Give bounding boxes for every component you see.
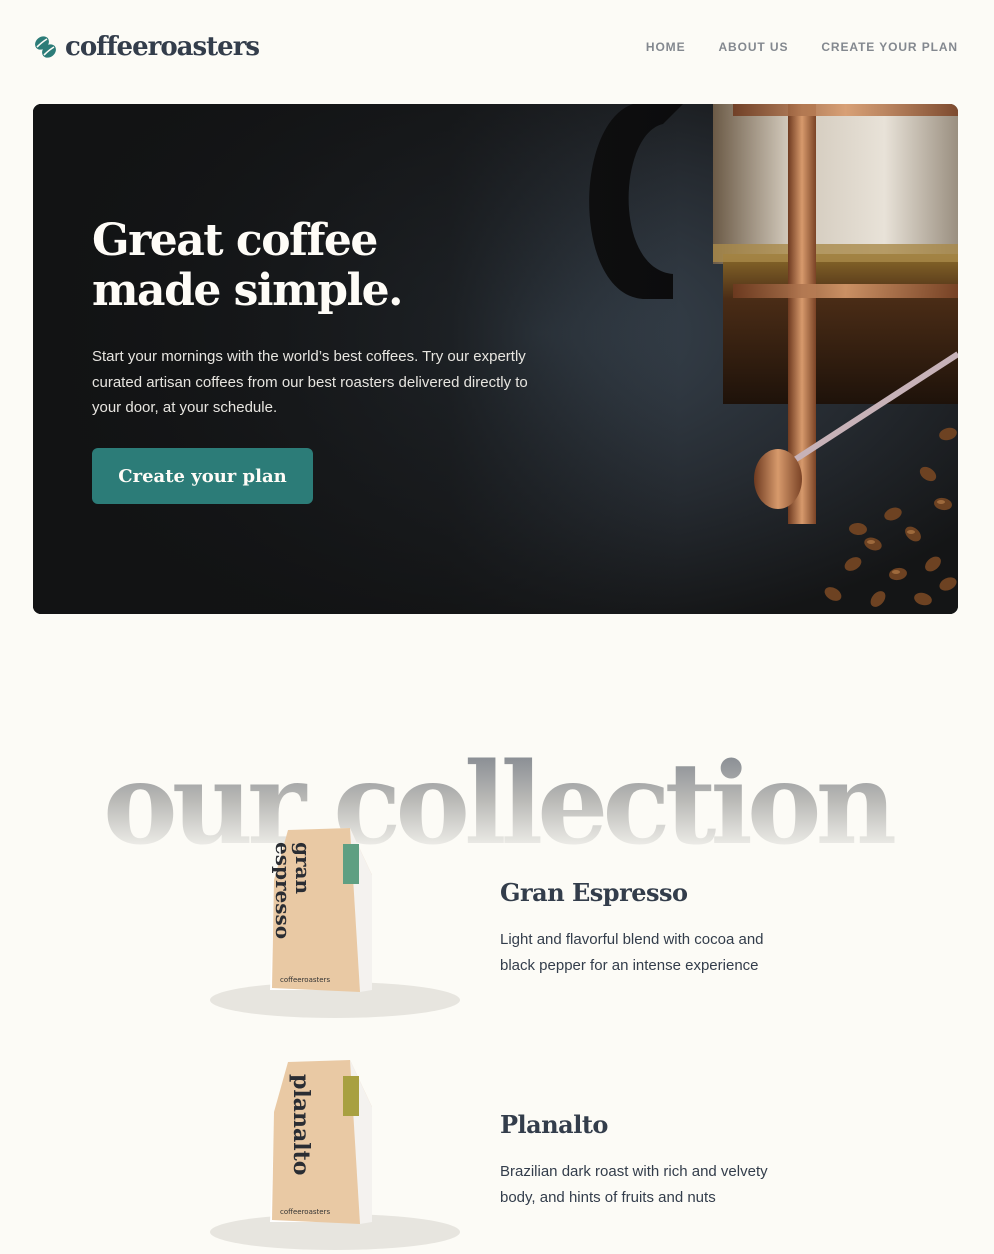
bag-tag: [343, 1076, 359, 1116]
create-plan-button[interactable]: Create your plan: [92, 448, 313, 504]
collection-heading: our collection: [0, 749, 994, 861]
bag-label: planalto: [288, 1074, 314, 1175]
nav-create-plan-link[interactable]: CREATE YOUR PLAN: [821, 40, 958, 54]
hero-title: Great coffee made simple.: [92, 215, 403, 316]
gran-espresso-bag-image: gran espresso coffeeroasters: [210, 828, 460, 1018]
product-name: Gran Espresso: [500, 878, 688, 907]
product-description: Light and flavorful blend with cocoa and…: [500, 931, 764, 974]
site-header: coffeeroasters HOME ABOUT US CREATE YOUR…: [33, 30, 958, 64]
logo-text: coffeeroasters: [65, 32, 260, 62]
nav-about-link[interactable]: ABOUT US: [718, 40, 788, 54]
nav-home-link[interactable]: HOME: [646, 40, 686, 54]
planalto-bag-image: planalto coffeeroasters: [210, 1060, 460, 1250]
product-description: Brazilian dark roast with rich and velve…: [500, 1163, 768, 1206]
bag-tag: [343, 844, 359, 884]
bag-label-line2: espresso: [271, 842, 295, 939]
coffee-bean-logo-icon: [35, 36, 56, 58]
product-name: Planalto: [500, 1110, 608, 1139]
logo[interactable]: coffeeroasters: [33, 32, 260, 62]
hero-banner: Great coffee made simple. Start your mor…: [33, 104, 958, 614]
page: coffeeroasters HOME ABOUT US CREATE YOUR…: [0, 0, 994, 1254]
main-nav: HOME ABOUT US CREATE YOUR PLAN: [646, 40, 958, 54]
hero-description: Start your mornings with the world’s bes…: [92, 348, 528, 416]
bag-brand: coffeeroasters: [280, 1208, 330, 1216]
bag-brand: coffeeroasters: [280, 976, 330, 984]
